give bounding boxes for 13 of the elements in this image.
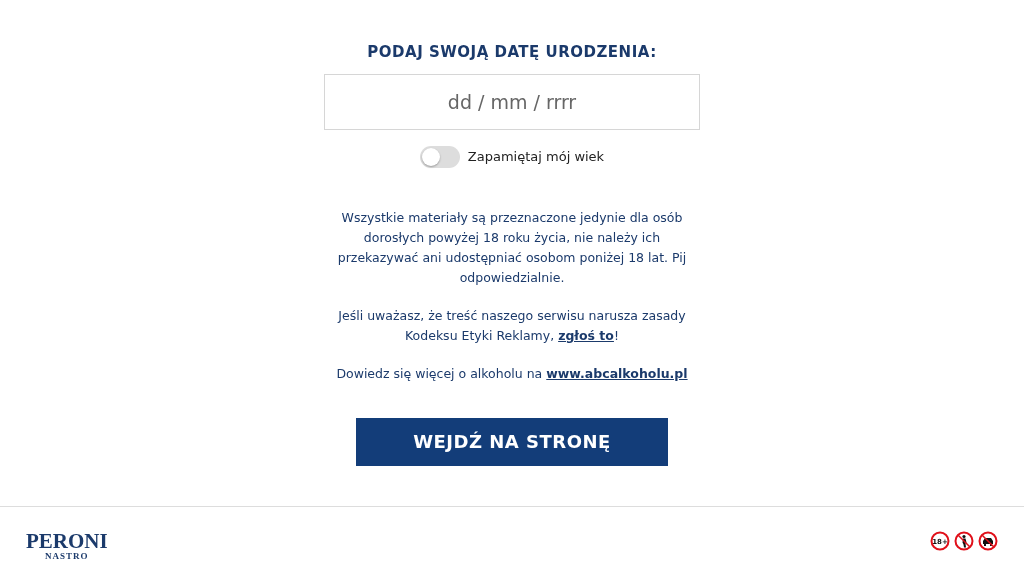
no-drink-driving-icon bbox=[978, 530, 998, 551]
notice-text: Jeśli uważasz, że treść naszego serwisu narusza zasady Kodeksu Etyki Reklamy, zgłoś to! bbox=[336, 306, 687, 345]
toggle-label: Zapamiętaj mój wiek bbox=[467, 147, 605, 166]
link[interactable]: zgłoś to bbox=[558, 327, 614, 343]
date-input-field[interactable]: dd / mm / rrrr bbox=[324, 73, 700, 130]
toggle-switch[interactable] bbox=[419, 145, 460, 168]
notice-text: Wszystkie materiały są przeznaczone jedynie dla osób dorosłych powyżej 18 roku życia, nie należy ich przekazywać ani udostępniać osobom poniżej 18 lat. Pij odpowiedzialnie. bbox=[336, 208, 688, 287]
heading: PODAJ SWOJĄ DATĘ URODZENIA: bbox=[367, 42, 657, 63]
brand-subtitle: NASTRO bbox=[45, 551, 89, 561]
brand-logo: PERONI bbox=[26, 530, 108, 552]
notice-text: Dowiedz się więcej o alkoholu na www.abcalkoholu.pl bbox=[335, 364, 689, 383]
link[interactable]: www.abcalkoholu.pl bbox=[546, 365, 688, 381]
enter-site-button[interactable]: WEJDŹ NA STRONĘ bbox=[356, 417, 668, 466]
